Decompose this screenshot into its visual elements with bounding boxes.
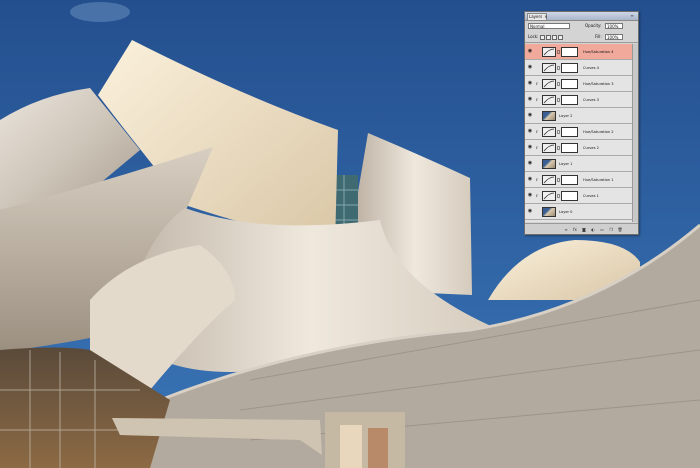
- chain-link-icon[interactable]: [557, 50, 560, 54]
- layer-row[interactable]: ◉ Hue/Saturation 4: [525, 44, 632, 60]
- layer-name: Curves 2: [583, 146, 599, 150]
- layers-scrollbar[interactable]: [632, 44, 638, 222]
- visibility-eye-icon[interactable]: ◉: [527, 49, 533, 54]
- layer-name: Curves 1: [583, 194, 599, 198]
- layer-mask-thumbnail[interactable]: [561, 63, 578, 73]
- chain-link-icon[interactable]: [557, 194, 560, 198]
- layer-mask-thumbnail[interactable]: [561, 47, 578, 57]
- adjustment-thumbnail-icon[interactable]: [542, 95, 556, 105]
- adjustment-thumbnail-icon[interactable]: [542, 47, 556, 57]
- layer-name: Hue/Saturation 3: [583, 82, 614, 86]
- layer-name: Layer 0: [559, 210, 573, 214]
- layer-row[interactable]: ◉ ℓ Hue/Saturation 3: [525, 76, 632, 92]
- layer-row[interactable]: ◉ ℓ Curves 2: [525, 140, 632, 156]
- fx-icon[interactable]: fx: [572, 227, 578, 232]
- layer-thumbnail[interactable]: [542, 159, 556, 169]
- layer-mask-thumbnail[interactable]: [561, 143, 578, 153]
- brush-icon: ℓ: [536, 81, 538, 86]
- fill-label: Fill:: [595, 34, 602, 39]
- layer-mask-thumbnail[interactable]: [561, 79, 578, 89]
- layer-thumbnail[interactable]: [542, 111, 556, 121]
- visibility-eye-icon[interactable]: ◉: [527, 177, 533, 182]
- lock-move-icon[interactable]: [552, 35, 557, 40]
- trash-icon[interactable]: 🗑: [617, 227, 623, 232]
- visibility-eye-icon[interactable]: ◉: [527, 81, 533, 86]
- chain-link-icon[interactable]: [557, 82, 560, 86]
- layer-row[interactable]: ◉ ℓ Hue/Saturation 2: [525, 124, 632, 140]
- lock-row: Lock: Fill: 100%: [525, 32, 638, 43]
- visibility-eye-icon[interactable]: ◉: [527, 145, 533, 150]
- layer-name: Hue/Saturation 1: [583, 178, 614, 182]
- mask-icon[interactable]: ◙: [581, 227, 587, 232]
- brush-icon: ℓ: [536, 145, 538, 150]
- panel-menu-icon[interactable]: ≡: [629, 13, 635, 18]
- lock-all-icon[interactable]: [558, 35, 563, 40]
- layer-mask-thumbnail[interactable]: [561, 191, 578, 201]
- new-layer-icon[interactable]: ❐: [608, 227, 614, 232]
- lock-transparency-icon[interactable]: [540, 35, 545, 40]
- layer-name: Layer 1: [559, 162, 573, 166]
- adjustment-thumbnail-icon[interactable]: [542, 175, 556, 185]
- adjustment-thumbnail-icon[interactable]: [542, 79, 556, 89]
- layer-name: Curves 4: [583, 66, 599, 70]
- opacity-input[interactable]: 100%: [605, 23, 623, 29]
- chain-link-icon[interactable]: [557, 66, 560, 70]
- folder-icon[interactable]: ▭: [599, 227, 605, 232]
- lock-label: Lock:: [528, 34, 539, 39]
- layer-row[interactable]: ◉ ℓ Curves 1: [525, 188, 632, 204]
- layer-name: Hue/Saturation 2: [583, 130, 614, 134]
- layers-list: ◉ Hue/Saturation 4 ◉ Curves 4 ◉ ℓ Hue/Saturati…: [525, 44, 638, 222]
- visibility-eye-icon[interactable]: ◉: [527, 129, 533, 134]
- visibility-eye-icon[interactable]: ◉: [527, 65, 533, 70]
- brush-icon: [536, 113, 541, 118]
- panel-titlebar: Layers × ≡: [525, 12, 638, 21]
- brush-icon: [536, 209, 541, 214]
- visibility-eye-icon[interactable]: ◉: [527, 113, 533, 118]
- visibility-eye-icon[interactable]: ◉: [527, 193, 533, 198]
- layer-mask-thumbnail[interactable]: [561, 127, 578, 137]
- blend-mode-select[interactable]: Normal: [528, 23, 570, 29]
- adjustment-thumbnail-icon[interactable]: [542, 63, 556, 73]
- close-icon[interactable]: ×: [544, 14, 547, 19]
- chain-link-icon[interactable]: [557, 146, 560, 150]
- layer-row[interactable]: ◉ ℓ Curves 3: [525, 92, 632, 108]
- brush-icon: ℓ: [536, 97, 538, 102]
- layer-mask-thumbnail[interactable]: [561, 95, 578, 105]
- brush-icon: ℓ: [536, 177, 538, 182]
- layers-tab-label: Layers: [529, 14, 543, 19]
- layer-row[interactable]: ◉ Layer 2: [525, 108, 632, 124]
- layers-tab[interactable]: Layers ×: [527, 13, 548, 20]
- layers-panel: Layers × ≡ Normal Opacity: 100% Lock: Fil…: [524, 11, 639, 235]
- adjustment-thumbnail-icon[interactable]: [542, 127, 556, 137]
- chain-link-icon[interactable]: [557, 130, 560, 134]
- panel-bottom-bar: ∞ fx ◙ ◐ ▭ ❐ 🗑: [525, 223, 638, 234]
- layer-name: Hue/Saturation 4: [583, 50, 614, 54]
- layer-row[interactable]: ◉ ℓ Hue/Saturation 1: [525, 172, 632, 188]
- blend-row: Normal Opacity: 100%: [525, 21, 638, 31]
- layer-thumbnail[interactable]: [542, 207, 556, 217]
- layer-name: Layer 2: [559, 114, 573, 118]
- visibility-eye-icon[interactable]: ◉: [527, 97, 533, 102]
- chain-link-icon[interactable]: [557, 178, 560, 182]
- adjustment-icon[interactable]: ◐: [590, 227, 596, 232]
- layer-row[interactable]: ◉ Layer 0: [525, 204, 632, 220]
- fill-input[interactable]: 100%: [605, 34, 623, 40]
- brush-icon: ℓ: [536, 129, 538, 134]
- chain-link-icon[interactable]: [557, 98, 560, 102]
- opacity-label: Opacity:: [585, 23, 602, 28]
- layer-row[interactable]: ◉ Curves 4: [525, 60, 632, 76]
- adjustment-thumbnail-icon[interactable]: [542, 143, 556, 153]
- layer-name: Curves 3: [583, 98, 599, 102]
- layer-row[interactable]: ◉ Layer 1: [525, 156, 632, 172]
- brush-icon: [536, 49, 541, 54]
- visibility-eye-icon[interactable]: ◉: [527, 209, 533, 214]
- brush-icon: ℓ: [536, 193, 538, 198]
- lock-paint-icon[interactable]: [546, 35, 551, 40]
- layer-mask-thumbnail[interactable]: [561, 175, 578, 185]
- link-icon[interactable]: ∞: [563, 227, 569, 232]
- brush-icon: [536, 161, 541, 166]
- visibility-eye-icon[interactable]: ◉: [527, 161, 533, 166]
- adjustment-thumbnail-icon[interactable]: [542, 191, 556, 201]
- brush-icon: [536, 65, 541, 70]
